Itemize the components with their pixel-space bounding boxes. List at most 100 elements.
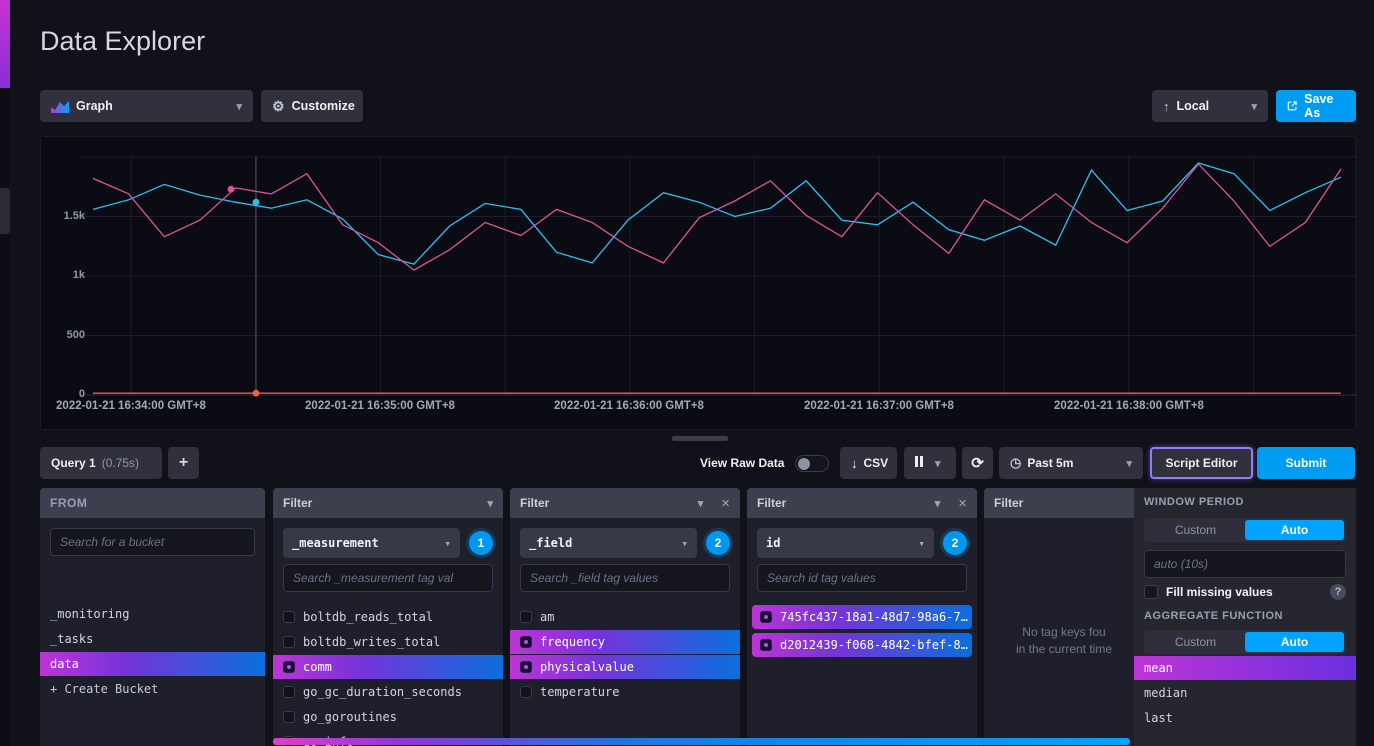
checkbox[interactable] <box>520 636 532 648</box>
tag-value-item-selected[interactable]: d2012439-f068-4842-bfef-8… <box>752 633 972 657</box>
export-icon <box>1287 100 1297 112</box>
checkbox[interactable] <box>283 686 295 698</box>
close-icon[interactable]: × <box>721 495 730 512</box>
filter-panel-measurement: Filter ▾ _measurement ▾ 1 boltdb_reads_t… <box>273 488 503 746</box>
window-period-input[interactable] <box>1144 550 1346 578</box>
aggregate-custom-option[interactable]: Custom <box>1146 632 1245 652</box>
save-location-label: Local <box>1177 99 1210 113</box>
script-editor-button[interactable]: Script Editor <box>1150 447 1253 479</box>
horizontal-scrollbar[interactable] <box>273 738 1130 745</box>
checkbox[interactable] <box>283 711 295 723</box>
timeseries-chart[interactable] <box>41 137 1357 431</box>
arrow-up-icon: ↑ <box>1163 99 1170 114</box>
bucket-item-selected[interactable]: data <box>40 652 265 676</box>
tag-value-item-selected[interactable]: frequency <box>510 630 740 654</box>
checkbox[interactable] <box>520 611 532 623</box>
bucket-item[interactable]: _tasks <box>40 627 265 651</box>
nav-logo-accent[interactable] <box>0 0 10 88</box>
customize-button[interactable]: ⚙ Customize <box>261 90 363 122</box>
tag-key-dropdown[interactable]: id ▾ <box>757 528 934 558</box>
submit-button[interactable]: Submit <box>1257 447 1355 479</box>
bucket-item[interactable]: _monitoring <box>40 602 265 626</box>
tag-key-label: _field <box>529 536 572 550</box>
function-item-selected[interactable]: mean <box>1134 656 1356 680</box>
aggregate-auto-option[interactable]: Auto <box>1245 632 1344 652</box>
window-period-toggle: Custom Auto <box>1144 518 1346 542</box>
from-panel-body <box>40 518 265 556</box>
script-editor-label: Script Editor <box>1165 456 1237 470</box>
page-title: Data Explorer <box>40 26 205 57</box>
chevron-down-icon: ▾ <box>681 537 688 550</box>
bucket-search-input[interactable] <box>50 528 255 556</box>
filter-panel-header[interactable]: Filter ▾ × <box>510 488 740 518</box>
tag-value-item[interactable]: temperature <box>510 680 740 704</box>
add-query-button[interactable]: + <box>168 447 199 479</box>
from-panel-header[interactable]: FROM <box>40 488 265 518</box>
tag-value-item-selected[interactable]: comm <box>273 655 503 679</box>
selected-count-badge: 1 <box>469 531 493 555</box>
filter-panel-title: Filter <box>994 496 1023 510</box>
window-custom-option[interactable]: Custom <box>1146 520 1245 540</box>
download-icon: ↓ <box>851 456 858 471</box>
pause-dropdown-button[interactable]: ▾ <box>904 447 956 479</box>
filter-panel-header[interactable]: Filter ▾ × <box>747 488 977 518</box>
query-tab[interactable]: Query 1 (0.75s) <box>40 447 162 479</box>
time-range-dropdown[interactable]: ◷ Past 5m ▾ <box>999 447 1143 479</box>
save-location-dropdown[interactable]: ↑ Local ▾ <box>1152 90 1268 122</box>
help-icon[interactable]: ? <box>1330 584 1346 600</box>
query-tab-label: Query 1 <box>51 456 96 470</box>
tag-value-item-selected[interactable]: physicalvalue <box>510 655 740 679</box>
tag-value-item[interactable]: go_goroutines <box>273 705 503 729</box>
tag-value-search-input[interactable] <box>520 564 730 592</box>
query-duration: (0.75s) <box>102 456 139 470</box>
tag-value-search-input[interactable] <box>757 564 967 592</box>
checkbox[interactable] <box>760 639 772 651</box>
checkbox[interactable] <box>760 611 772 623</box>
function-item[interactable]: last <box>1134 706 1356 730</box>
download-csv-button[interactable]: ↓ CSV <box>840 447 897 479</box>
close-icon[interactable]: × <box>958 495 967 512</box>
checkbox[interactable] <box>520 661 532 673</box>
selected-count-badge: 2 <box>706 531 730 555</box>
chevron-down-icon: ▾ <box>444 537 451 550</box>
y-tick-label: 1.5k <box>43 210 85 222</box>
filter-panel-title: Filter <box>757 496 786 510</box>
view-raw-data-toggle[interactable] <box>795 455 829 472</box>
data-explorer-app: Data Explorer Graph ▾ ⚙ Customize ↑ Loca… <box>0 0 1374 746</box>
tag-value-search-input[interactable] <box>283 564 493 592</box>
checkbox[interactable] <box>520 686 532 698</box>
x-tick-label: 2022-01-21 16:36:00 GMT+8 <box>529 400 729 412</box>
chevron-down-icon: ▾ <box>1251 100 1257 113</box>
checkbox[interactable] <box>283 636 295 648</box>
filter-panel-body: _field ▾ 2 <box>510 518 740 592</box>
checkbox[interactable] <box>283 661 295 673</box>
selected-count-badge: 2 <box>943 531 967 555</box>
checkbox[interactable] <box>283 611 295 623</box>
tag-value-item[interactable]: boltdb_reads_total <box>273 605 503 629</box>
chart-scrollbar-thumb[interactable] <box>672 436 728 441</box>
nav-rail-tab[interactable] <box>0 188 10 234</box>
tag-value-item[interactable]: am <box>510 605 740 629</box>
tag-key-dropdown[interactable]: _field ▾ <box>520 528 697 558</box>
x-tick-label: 2022-01-21 16:37:00 GMT+8 <box>779 400 979 412</box>
function-item[interactable]: median <box>1134 681 1356 705</box>
view-type-dropdown[interactable]: Graph ▾ <box>40 90 253 122</box>
y-tick-label: 500 <box>43 329 85 341</box>
tag-key-label: id <box>766 536 780 550</box>
tag-value-item[interactable]: boltdb_writes_total <box>273 630 503 654</box>
create-bucket-button[interactable]: + Create Bucket <box>40 677 265 701</box>
fill-missing-checkbox[interactable] <box>1144 585 1158 599</box>
window-period-title: WINDOW PERIOD <box>1144 496 1244 508</box>
csv-label: CSV <box>864 456 889 470</box>
aggregate-function-list: mean median last <box>1134 656 1356 731</box>
filter-panel-header[interactable]: Filter ▾ <box>273 488 503 518</box>
fill-missing-label: Fill missing values <box>1166 585 1273 599</box>
tag-key-dropdown[interactable]: _measurement ▾ <box>283 528 460 558</box>
tag-value-item[interactable]: go_gc_duration_seconds <box>273 680 503 704</box>
save-as-button[interactable]: Save As <box>1276 90 1356 122</box>
submit-label: Submit <box>1286 456 1327 470</box>
tag-value-item-selected[interactable]: 745fc437-18a1-48d7-98a6-7… <box>752 605 972 629</box>
refresh-button[interactable]: ⟳ <box>962 447 993 479</box>
graph-icon <box>51 100 69 113</box>
window-auto-option[interactable]: Auto <box>1245 520 1344 540</box>
